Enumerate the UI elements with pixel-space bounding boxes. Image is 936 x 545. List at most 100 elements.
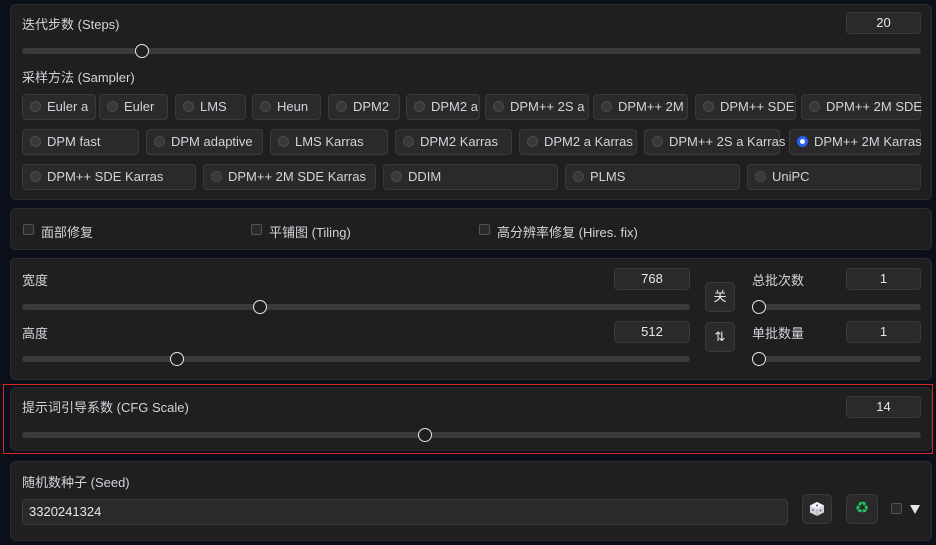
triangle-down-icon[interactable]	[910, 505, 920, 514]
cfg-slider[interactable]	[22, 428, 921, 442]
sampler-option[interactable]: LMS	[175, 94, 246, 120]
sampler-option-label: Heun	[277, 99, 309, 114]
sampler-option[interactable]: UniPC	[747, 164, 921, 190]
sampler-option[interactable]: DPM++ 2M	[593, 94, 688, 120]
radio-dot-icon	[403, 136, 414, 147]
radio-dot-icon	[107, 101, 118, 112]
sampler-option-label: LMS	[200, 99, 227, 114]
sampler-option-label: DPM2 a	[431, 99, 478, 114]
sampler-option-label: DPM++ SDE	[720, 99, 795, 114]
sampler-option[interactable]: DPM++ 2M SDE	[801, 94, 923, 120]
radio-dot-icon	[154, 136, 165, 147]
sampler-option-label: DPM2	[353, 99, 390, 114]
lock-aspect-button[interactable]: 关	[705, 282, 735, 312]
cfg-highlight-box	[3, 384, 933, 454]
extra-seed-checkbox[interactable]	[891, 503, 902, 514]
radio-dot-icon	[30, 171, 41, 182]
height-slider-thumb[interactable]	[169, 352, 184, 366]
sampler-option[interactable]: Euler a	[22, 94, 96, 120]
face-restore-label: 面部修复	[41, 225, 94, 240]
radio-dot-icon	[809, 101, 820, 112]
steps-label: 迭代步数 (Steps)	[22, 17, 120, 32]
sampler-option[interactable]: DPM++ SDE Karras	[22, 164, 196, 190]
swap-dimensions-button[interactable]: ⇅	[705, 322, 735, 352]
radio-dot-icon	[493, 101, 504, 112]
batch-size-input[interactable]: 1	[846, 321, 921, 343]
height-slider[interactable]	[22, 352, 690, 366]
sampler-option-label: DPM++ 2S a Karras	[669, 134, 786, 149]
random-seed-button[interactable]	[802, 494, 832, 524]
hires-fix-checkbox[interactable]	[479, 224, 490, 235]
steps-slider[interactable]	[22, 44, 921, 58]
dice-icon	[810, 502, 824, 516]
radio-dot-icon	[573, 171, 584, 182]
radio-dot-icon	[391, 171, 402, 182]
lock-aspect-label: 关	[713, 289, 727, 304]
options-panel	[10, 208, 932, 250]
batch-count-slider[interactable]	[751, 300, 921, 314]
radio-dot-icon	[336, 101, 347, 112]
sampler-option[interactable]: DPM++ 2S a	[485, 94, 589, 120]
hires-fix-label: 高分辨率修复 (Hires. fix)	[497, 225, 638, 240]
radio-dot-icon	[183, 101, 194, 112]
sampler-option-label: DDIM	[408, 169, 442, 184]
radio-dot-icon	[211, 171, 222, 182]
height-label: 高度	[22, 326, 49, 341]
radio-dot-icon	[652, 136, 663, 147]
sampler-option[interactable]: DPM2 Karras	[395, 129, 512, 155]
height-input[interactable]: 512	[614, 321, 690, 343]
radio-dot-icon	[527, 136, 538, 147]
sampler-option-label: DPM++ SDE Karras	[47, 169, 164, 184]
sampler-option-label: DPM2 a Karras	[544, 134, 633, 149]
batch-size-label: 单批数量	[752, 326, 805, 341]
cfg-slider-thumb[interactable]	[417, 428, 432, 442]
sampler-option-label: Euler	[124, 99, 155, 114]
sampler-option[interactable]: PLMS	[565, 164, 740, 190]
sampler-option-label: DPM fast	[47, 134, 101, 149]
radio-dot-icon	[30, 101, 41, 112]
sampler-option-label: DPM++ 2M SDE	[826, 99, 923, 114]
sampler-option-label: DPM++ 2S a	[510, 99, 585, 114]
sampler-option-label: DPM2 Karras	[420, 134, 499, 149]
batch-size-slider[interactable]	[751, 352, 921, 366]
sampler-option[interactable]: Euler	[99, 94, 168, 120]
sampler-option[interactable]: DPM++ 2M Karras	[789, 129, 922, 155]
cfg-label: 提示词引导系数 (CFG Scale)	[22, 400, 189, 415]
sampler-option[interactable]: DPM++ 2M SDE Karras	[203, 164, 376, 190]
radio-dot-icon	[260, 101, 271, 112]
seed-label: 随机数种子 (Seed)	[22, 475, 130, 490]
steps-slider-thumb[interactable]	[134, 44, 149, 58]
sampler-option[interactable]: DPM adaptive	[146, 129, 263, 155]
sampler-option[interactable]: DPM2	[328, 94, 400, 120]
sampler-option[interactable]: LMS Karras	[270, 129, 388, 155]
sampler-option[interactable]: DPM++ 2S a Karras	[644, 129, 785, 155]
steps-input[interactable]: 20	[846, 12, 921, 34]
sampler-option[interactable]: DPM2 a Karras	[519, 129, 637, 155]
sampler-option[interactable]: DDIM	[383, 164, 558, 190]
radio-dot-icon	[601, 101, 612, 112]
batch-size-slider-thumb[interactable]	[751, 352, 766, 366]
sampler-option-label: DPM++ 2M Karras	[814, 134, 922, 149]
sampler-option[interactable]: DPM++ SDE	[695, 94, 796, 120]
sampler-option-label: PLMS	[590, 169, 626, 184]
radio-dot-icon	[797, 136, 808, 147]
sampler-option[interactable]: Heun	[252, 94, 321, 120]
radio-dot-icon	[30, 136, 41, 147]
batch-count-input[interactable]: 1	[846, 268, 921, 290]
batch-count-slider-thumb[interactable]	[751, 300, 766, 314]
radio-dot-icon	[703, 101, 714, 112]
width-input[interactable]: 768	[614, 268, 690, 290]
sampler-option-label: DPM adaptive	[171, 134, 253, 149]
sampler-option-label: DPM++ 2M	[618, 99, 684, 114]
sampler-option[interactable]: DPM2 a	[406, 94, 480, 120]
face-restore-checkbox[interactable]	[23, 224, 34, 235]
sampler-option[interactable]: DPM fast	[22, 129, 139, 155]
cfg-input[interactable]: 14	[846, 396, 921, 418]
swap-arrows-icon: ⇅	[714, 329, 726, 344]
seed-input[interactable]: 3320241324	[22, 499, 788, 525]
radio-dot-icon	[278, 136, 289, 147]
sampler-label: 采样方法 (Sampler)	[22, 70, 135, 85]
width-slider[interactable]	[22, 300, 690, 314]
tiling-checkbox[interactable]	[251, 224, 262, 235]
reuse-seed-button[interactable]: ♻	[846, 494, 878, 524]
